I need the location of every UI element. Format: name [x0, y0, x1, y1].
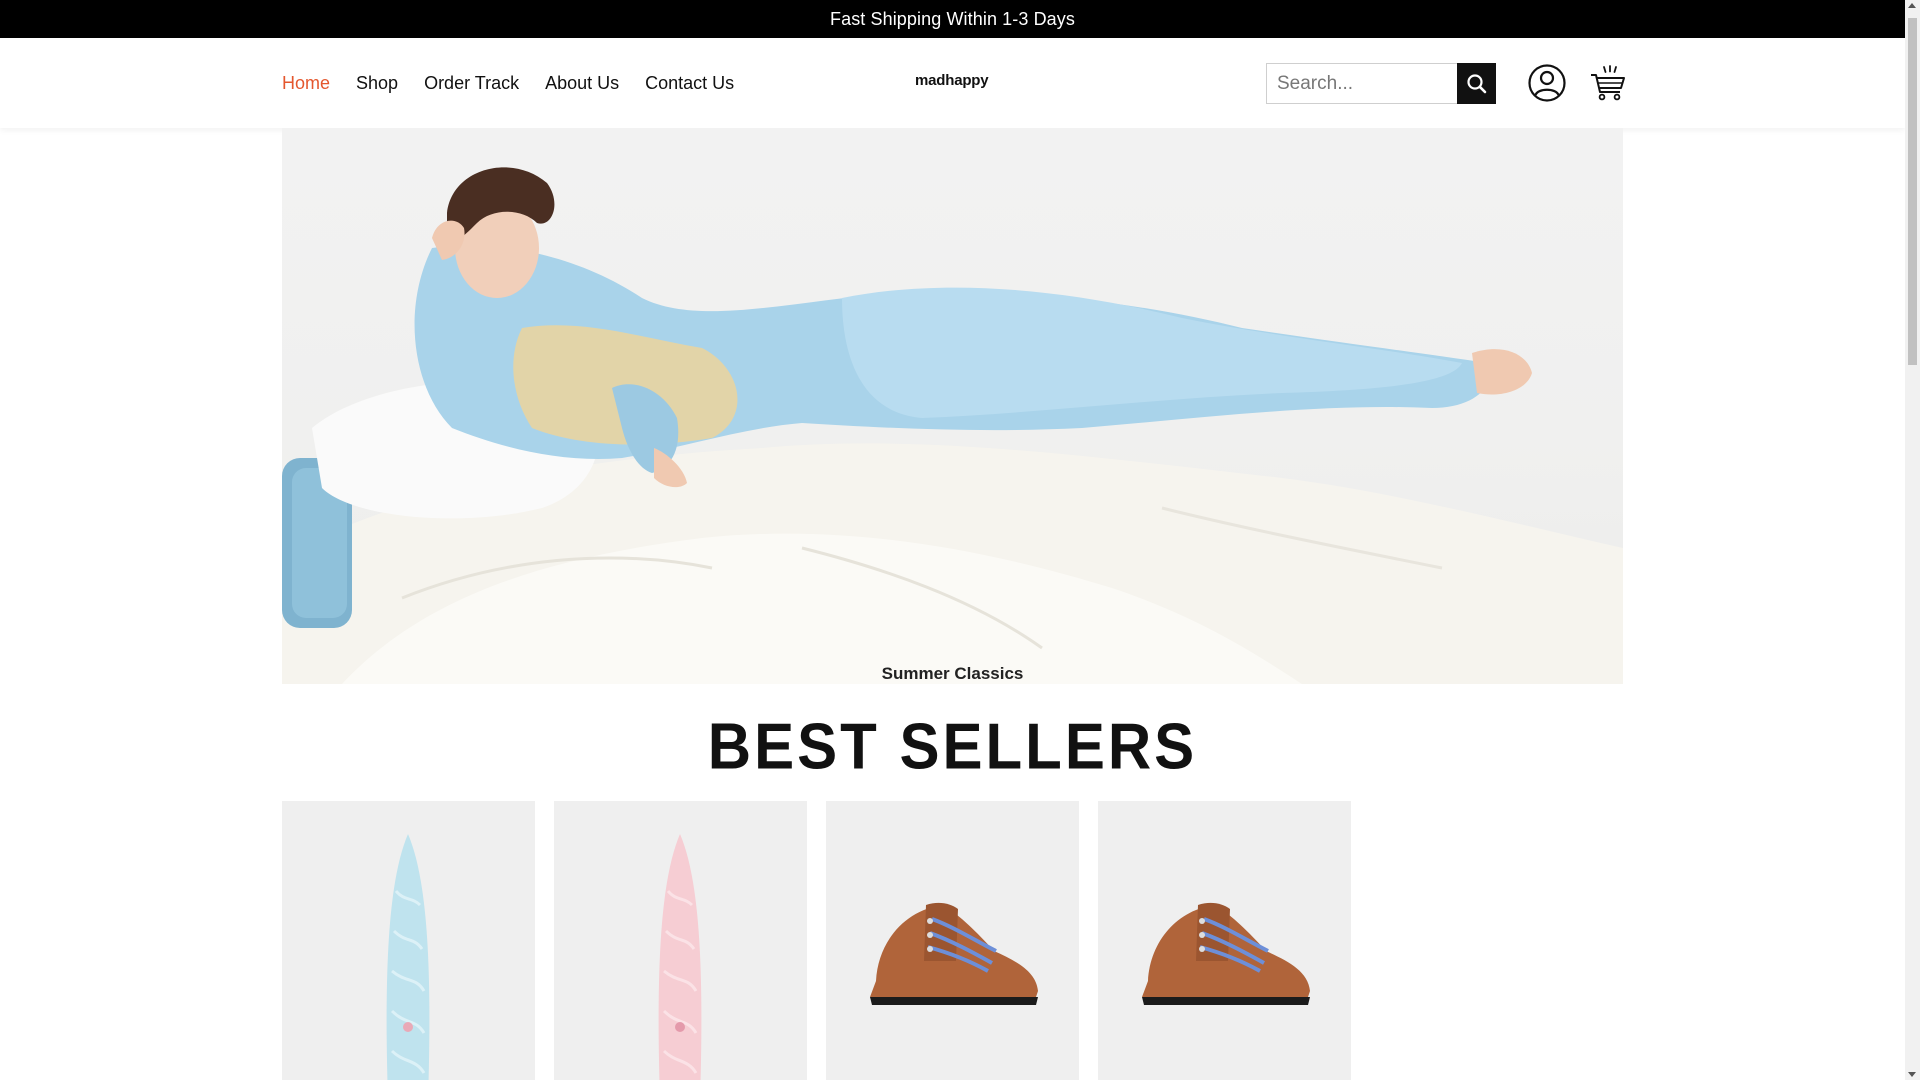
cart-button[interactable] [1589, 64, 1627, 102]
boot-image [870, 902, 1038, 1005]
site-header: Home Shop Order Track About Us Contact U… [0, 38, 1905, 128]
announcement-bar: Fast Shipping Within 1-3 Days [0, 0, 1905, 38]
surfboard-image [386, 834, 430, 1080]
hero-banner[interactable]: Summer Classics [282, 128, 1623, 684]
boot-image [1142, 902, 1310, 1005]
search-button[interactable] [1457, 63, 1496, 104]
user-icon [1528, 64, 1566, 102]
product-card[interactable] [554, 801, 807, 1080]
scroll-down-icon[interactable] [1908, 1072, 1916, 1077]
product-grid [282, 801, 1351, 1080]
nav-item-shop[interactable]: Shop [356, 73, 398, 94]
nav-item-order-track[interactable]: Order Track [424, 73, 519, 94]
nav-item-about-us[interactable]: About Us [545, 73, 619, 94]
search-input[interactable] [1266, 63, 1457, 104]
nav-item-home[interactable]: Home [282, 73, 330, 94]
scroll-thumb[interactable] [1908, 18, 1917, 365]
best-sellers-title: BEST SELLERS [707, 710, 1198, 783]
hero-image [282, 167, 1623, 684]
account-button[interactable] [1527, 63, 1567, 103]
cart-icon [1591, 65, 1625, 101]
search-icon [1466, 73, 1486, 93]
hero-caption: Summer Classics [881, 664, 1024, 683]
product-card[interactable] [1098, 801, 1351, 1080]
announcement-text: Fast Shipping Within 1-3 Days [829, 8, 1075, 29]
page-scrollbar[interactable] [1905, 0, 1920, 1080]
search-bar [1266, 63, 1496, 104]
nav-item-contact-us[interactable]: Contact Us [645, 73, 734, 94]
product-card[interactable] [282, 801, 535, 1080]
product-card[interactable] [826, 801, 1079, 1080]
main-nav: Home Shop Order Track About Us Contact U… [282, 38, 760, 128]
surfboard-image [658, 834, 702, 1080]
site-logo[interactable]: madhappy [915, 72, 989, 89]
scroll-up-icon[interactable] [1908, 3, 1916, 8]
